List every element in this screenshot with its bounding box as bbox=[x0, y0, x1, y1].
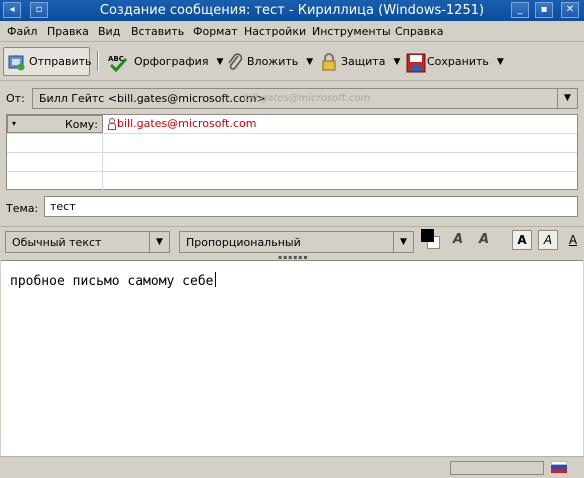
close-button[interactable]: ✕ bbox=[561, 2, 579, 18]
chevron-down-icon[interactable]: ▼ bbox=[557, 89, 577, 108]
from-select[interactable]: Билл Гейтс <bill.gates@microsoft.com> bi… bbox=[32, 88, 578, 109]
title-bar: ◂ ▫ Создание сообщения: тест - Кириллица… bbox=[0, 0, 584, 21]
font-larger-button[interactable]: A bbox=[474, 230, 494, 250]
recipient-type-cell bbox=[7, 134, 103, 152]
recipient-row[interactable] bbox=[7, 134, 577, 153]
toolbar: Отправить ABC Орфография ▼ Вложить ▼ Защ… bbox=[0, 43, 584, 81]
splitter-handle[interactable]: ▪▪▪▪▪▪ bbox=[278, 255, 308, 261]
save-button[interactable]: Сохранить ▼ bbox=[402, 47, 504, 76]
message-body-text[interactable]: пробное письмо самому себе bbox=[10, 272, 216, 289]
status-bar bbox=[0, 456, 584, 478]
menu-view[interactable]: Вид bbox=[98, 25, 120, 38]
recipient-type-cell bbox=[7, 172, 103, 191]
paragraph-style-select[interactable]: Обычный текст ▼ bbox=[5, 231, 170, 253]
font-select[interactable]: Пропорциональный ▼ bbox=[179, 231, 414, 253]
menu-help[interactable]: Справка bbox=[395, 25, 443, 38]
minimize-button[interactable]: _ bbox=[511, 2, 529, 18]
bold-button[interactable]: A bbox=[512, 230, 532, 250]
spellcheck-label: Орфография bbox=[134, 55, 209, 68]
send-label: Отправить bbox=[29, 55, 92, 68]
subject-row: Тема: bbox=[0, 195, 584, 219]
menu-file[interactable]: Файл bbox=[7, 25, 37, 38]
menu-settings[interactable]: Настройки bbox=[244, 25, 306, 38]
message-body-content: пробное письмо самому себе bbox=[10, 274, 214, 289]
security-button[interactable]: Защита ▼ bbox=[316, 47, 400, 76]
menu-tools[interactable]: Инструменты bbox=[312, 25, 391, 38]
security-label: Защита bbox=[341, 55, 386, 68]
maximize-button[interactable]: ▪ bbox=[535, 2, 553, 18]
progress-box bbox=[450, 461, 544, 475]
from-row: От: Билл Гейтс <bill.gates@microsoft.com… bbox=[0, 86, 584, 110]
format-toolbar: Обычный текст ▼ Пропорциональный ▼ bbox=[0, 226, 584, 256]
menu-format[interactable]: Формат bbox=[193, 25, 238, 38]
from-ghost-address: bill.gates@microsoft.com bbox=[243, 93, 371, 104]
from-value: Билл Гейтс <bill.gates@microsoft.com> bbox=[39, 92, 266, 105]
language-flag-icon[interactable] bbox=[551, 461, 567, 473]
save-icon bbox=[406, 53, 426, 72]
recipient-address[interactable]: bill.gates@microsoft.com bbox=[117, 117, 256, 130]
subject-input[interactable] bbox=[44, 196, 578, 217]
window-title: Создание сообщения: тест - Кириллица (Wi… bbox=[99, 3, 485, 18]
recipient-row[interactable]: ▾ Кому: bill.gates@microsoft.com bbox=[7, 115, 577, 134]
menu-edit[interactable]: Правка bbox=[47, 25, 89, 38]
send-icon bbox=[8, 53, 26, 71]
italic-button[interactable]: A bbox=[538, 230, 558, 250]
recipient-row[interactable] bbox=[7, 153, 577, 172]
subject-label: Тема: bbox=[6, 202, 39, 215]
menu-insert[interactable]: Вставить bbox=[131, 25, 184, 38]
recipient-type-cell bbox=[7, 153, 103, 171]
menu-bar: Файл Правка Вид Вставить Формат Настройк… bbox=[0, 21, 584, 42]
save-dropdown-icon[interactable]: ▼ bbox=[497, 57, 504, 67]
spellcheck-icon: ABC bbox=[108, 53, 128, 72]
attach-dropdown-icon[interactable]: ▼ bbox=[306, 57, 313, 67]
paragraph-style-value: Обычный текст bbox=[12, 236, 102, 249]
font-smaller-button[interactable]: A bbox=[448, 230, 468, 250]
attach-label: Вложить bbox=[247, 55, 299, 68]
chevron-down-icon[interactable]: ▼ bbox=[149, 232, 169, 252]
paperclip-icon bbox=[226, 52, 244, 71]
recipient-row[interactable] bbox=[7, 172, 577, 191]
save-label: Сохранить bbox=[427, 55, 489, 68]
spellcheck-button[interactable]: ABC Орфография ▼ bbox=[104, 47, 223, 76]
lock-icon bbox=[320, 52, 338, 71]
from-label: От: bbox=[6, 92, 25, 105]
recipient-type-select[interactable]: ▾ Кому: bbox=[7, 115, 103, 133]
send-button[interactable]: Отправить bbox=[3, 47, 92, 76]
attach-button[interactable]: Вложить ▼ bbox=[222, 47, 314, 76]
chevron-down-icon[interactable]: ▼ bbox=[393, 232, 413, 252]
text-caret bbox=[214, 272, 216, 287]
toolbar-separator bbox=[97, 51, 99, 71]
person-icon bbox=[108, 118, 116, 130]
recipient-type-dropdown-icon[interactable]: ▾ bbox=[12, 119, 16, 128]
color-picker[interactable] bbox=[421, 229, 441, 251]
message-body-editor[interactable]: пробное письмо самому себе bbox=[1, 260, 583, 456]
underline-button[interactable]: A bbox=[563, 230, 583, 250]
security-dropdown-icon[interactable]: ▼ bbox=[393, 57, 400, 67]
recipient-type-label: Кому: bbox=[64, 118, 98, 131]
recipients-list: ▾ Кому: bill.gates@microsoft.com bbox=[6, 114, 578, 191]
text-color-swatch[interactable] bbox=[421, 229, 434, 242]
font-value: Пропорциональный bbox=[186, 236, 301, 249]
